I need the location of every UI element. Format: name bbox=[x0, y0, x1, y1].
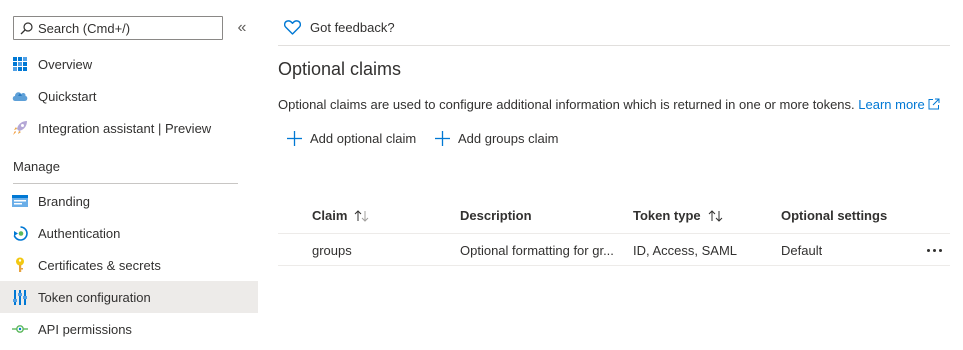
rocket-icon bbox=[12, 120, 28, 136]
learn-more-link[interactable]: Learn more bbox=[858, 97, 940, 112]
sidebar-item-label: Integration assistant | Preview bbox=[38, 120, 212, 136]
external-link-icon bbox=[928, 98, 940, 110]
column-header-label: Optional settings bbox=[781, 208, 888, 223]
sidebar-item-label: Authentication bbox=[38, 225, 121, 241]
sidebar-item-label: Certificates & secrets bbox=[38, 257, 161, 273]
feedback-button[interactable]: Got feedback? bbox=[284, 18, 395, 36]
add-icon bbox=[434, 130, 450, 146]
sidebar-item-token-configuration[interactable]: Token configuration bbox=[0, 281, 258, 313]
sort-arrows-icon bbox=[354, 209, 370, 222]
command-label: Add groups claim bbox=[458, 130, 559, 146]
sidebar: « Overview Quickstart Integration assist… bbox=[0, 0, 258, 350]
sidebar-item-api-permissions[interactable]: API permissions bbox=[0, 313, 258, 345]
toolbar-divider bbox=[278, 45, 950, 46]
add-icon bbox=[286, 130, 302, 146]
more-options-button[interactable] bbox=[923, 241, 945, 259]
column-header-label: Description bbox=[460, 208, 532, 223]
search-icon bbox=[19, 21, 33, 35]
ellipsis-dot bbox=[932, 248, 936, 252]
api-permissions-icon bbox=[12, 321, 28, 337]
heart-icon bbox=[284, 18, 302, 36]
cell-token-type: ID, Access, SAML bbox=[633, 243, 738, 258]
page-title: Optional claims bbox=[278, 59, 402, 79]
sidebar-item-label: Overview bbox=[38, 56, 93, 72]
sidebar-item-quickstart[interactable]: Quickstart bbox=[0, 80, 258, 112]
page-description: Optional claims are used to configure ad… bbox=[278, 97, 940, 112]
quickstart-cloud-icon bbox=[12, 88, 28, 104]
double-chevron-left-icon: « bbox=[237, 19, 247, 36]
command-label: Add optional claim bbox=[310, 130, 417, 146]
add-optional-claim-button[interactable]: Add optional claim bbox=[286, 130, 416, 146]
branding-icon bbox=[12, 193, 28, 209]
cell-claim: groups bbox=[312, 243, 352, 258]
ellipsis-dot bbox=[926, 248, 930, 252]
token-config-icon bbox=[12, 289, 28, 305]
sidebar-item-branding[interactable]: Branding bbox=[0, 185, 258, 217]
sidebar-item-certificates-secrets[interactable]: Certificates & secrets bbox=[0, 249, 258, 281]
key-icon bbox=[12, 257, 28, 273]
main-content: Got feedback? Optional claims Optional c… bbox=[278, 0, 950, 350]
authentication-icon bbox=[12, 225, 28, 241]
column-header-token-type[interactable]: Token type bbox=[633, 208, 724, 223]
sidebar-item-label: API permissions bbox=[38, 321, 132, 337]
table-row-divider bbox=[278, 265, 950, 266]
cell-optional-settings: Default bbox=[781, 243, 823, 258]
column-header-label: Claim bbox=[312, 208, 348, 223]
table-header-divider bbox=[278, 233, 950, 234]
column-header-optional-settings[interactable]: Optional settings bbox=[781, 208, 887, 223]
column-header-description[interactable]: Description bbox=[460, 208, 532, 223]
sidebar-item-overview[interactable]: Overview bbox=[0, 48, 258, 80]
sort-arrows-icon bbox=[708, 209, 724, 222]
description-text: Optional claims are used to configure ad… bbox=[278, 97, 855, 112]
search-box[interactable] bbox=[13, 16, 223, 40]
collapse-sidebar-button[interactable]: « bbox=[233, 18, 251, 38]
sidebar-item-label: Quickstart bbox=[38, 88, 97, 104]
search-input[interactable] bbox=[38, 20, 218, 36]
column-header-label: Token type bbox=[633, 208, 701, 223]
overview-grid-icon bbox=[12, 56, 28, 72]
feedback-label: Got feedback? bbox=[310, 19, 395, 35]
section-header-manage: Manage bbox=[13, 159, 60, 174]
cell-description: Optional formatting for gr... bbox=[460, 243, 614, 258]
add-groups-claim-button[interactable]: Add groups claim bbox=[434, 130, 558, 146]
learn-more-label: Learn more bbox=[858, 97, 925, 112]
sidebar-item-label: Token configuration bbox=[38, 289, 151, 305]
sidebar-item-integration-assistant[interactable]: Integration assistant | Preview bbox=[0, 112, 258, 144]
section-divider bbox=[13, 183, 238, 184]
sidebar-item-label: Branding bbox=[38, 193, 91, 209]
sidebar-item-authentication[interactable]: Authentication bbox=[0, 217, 258, 249]
column-header-claim[interactable]: Claim bbox=[312, 208, 370, 223]
ellipsis-dot bbox=[938, 248, 942, 252]
